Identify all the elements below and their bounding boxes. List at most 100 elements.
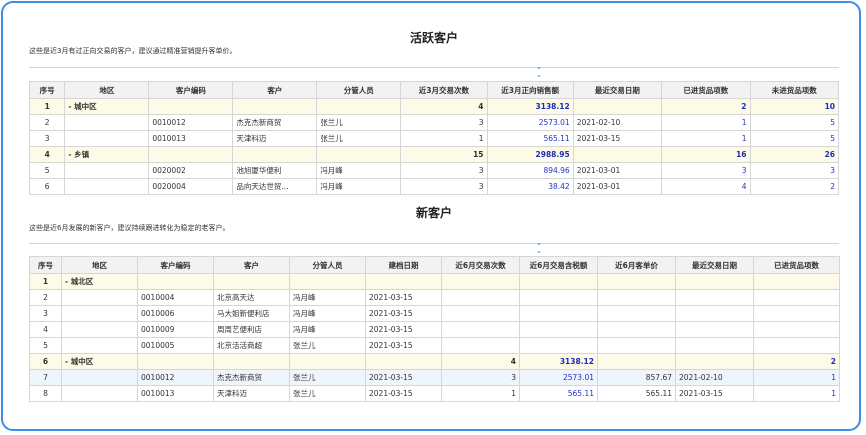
table-group-row[interactable]: 1- 城北区 xyxy=(29,273,840,290)
new-title: 新客户 xyxy=(415,206,452,220)
table-cell xyxy=(675,289,754,306)
table-cell: 8 xyxy=(29,385,62,402)
table-cell xyxy=(441,337,520,354)
table-cell: 0010006 xyxy=(137,305,214,322)
table-cell xyxy=(289,273,366,290)
table-cell: 0010004 xyxy=(137,289,214,306)
table-cell: 0010013 xyxy=(137,385,214,402)
column-header[interactable]: 最近交易日期 xyxy=(675,256,754,274)
table-cell xyxy=(753,305,840,322)
table-cell xyxy=(289,353,366,370)
table-cell: 周周艺便利店 xyxy=(213,321,290,338)
table-cell: 2573.01 xyxy=(519,369,598,386)
table-cell xyxy=(675,337,754,354)
table-cell: 2021-03-15 xyxy=(675,385,754,402)
table-cell: 冯月峰 xyxy=(289,305,366,322)
table-row[interactable]: 8 0010013 天津科迈 张兰儿 2021-03-15 1 565.11 565.11 20… xyxy=(29,385,840,402)
table-cell: 3 xyxy=(441,369,520,386)
table-cell xyxy=(61,289,138,306)
table-cell: 北京高天达 xyxy=(213,289,290,306)
table-cell xyxy=(597,337,676,354)
table-cell xyxy=(519,273,598,290)
table-cell: 7 xyxy=(29,369,62,386)
table-row[interactable]: 3 0010006 马大姐新便利店 冯月峰 2021-03-15 xyxy=(29,305,840,322)
table-cell xyxy=(137,273,214,290)
table-row[interactable]: 4 0010009 周周艺便利店 冯月峰 2021-03-15 xyxy=(29,321,840,338)
table-cell: 张兰儿 xyxy=(289,369,366,386)
column-header[interactable]: 近6月交易含税额 xyxy=(519,256,598,274)
table-row[interactable]: 7 0010012 杰克杰新商贸 张兰儿 2021-03-15 3 2573.01 857.6… xyxy=(29,369,840,386)
column-header[interactable]: 近6月交易次数 xyxy=(441,256,520,274)
column-header[interactable]: 已进货品项数 xyxy=(753,256,840,274)
table-cell: 2021-03-15 xyxy=(365,385,442,402)
table-cell: 1 xyxy=(441,385,520,402)
table-cell: 1 xyxy=(753,385,840,402)
table-cell xyxy=(61,369,138,386)
table-cell: 北京活活商超 xyxy=(213,337,290,354)
table-cell: 5 xyxy=(29,337,62,354)
table-cell: - 城中区 xyxy=(61,353,138,370)
report-frame: 活跃客户 这些是近3月有过正向交易的客户，建议通过精准营销提升客单价。 ⌄ ⌄ 序… xyxy=(1,1,861,431)
table-cell: 2021-03-15 xyxy=(365,321,442,338)
column-header[interactable]: 分管人员 xyxy=(289,256,366,274)
table-cell xyxy=(213,273,290,290)
table-cell xyxy=(675,353,754,370)
table-group-row[interactable]: 6- 城中区 4 3138.12 2 xyxy=(29,353,840,370)
chevron-double-down-icon[interactable]: ⌄ ⌄ xyxy=(534,239,544,255)
table-cell xyxy=(519,305,598,322)
column-header[interactable]: 近6月客单价 xyxy=(597,256,676,274)
table-cell: 2021-03-15 xyxy=(365,289,442,306)
table-cell: 3 xyxy=(29,305,62,322)
table-cell xyxy=(365,273,442,290)
new-divider xyxy=(29,243,839,244)
table-cell xyxy=(597,305,676,322)
table-cell: 杰克杰新商贸 xyxy=(213,369,290,386)
table-cell: 2021-03-15 xyxy=(365,305,442,322)
new-desc: 这些是近6月发展的新客户，建议持续跟进转化为稳定的老客户。 xyxy=(29,224,230,232)
table-cell xyxy=(365,353,442,370)
table-cell: 张兰儿 xyxy=(289,337,366,354)
table-cell: 冯月峰 xyxy=(289,321,366,338)
table-row[interactable]: 2 0010004 北京高天达 冯月峰 2021-03-15 xyxy=(29,289,840,306)
table-cell: 1 xyxy=(753,369,840,386)
table-cell: 4 xyxy=(441,353,520,370)
table-cell xyxy=(441,321,520,338)
table-cell: 冯月峰 xyxy=(289,289,366,306)
table-cell xyxy=(61,337,138,354)
table-cell: 857.67 xyxy=(597,369,676,386)
table-cell xyxy=(441,289,520,306)
table-cell xyxy=(61,305,138,322)
column-header[interactable]: 地区 xyxy=(61,256,138,274)
table-cell: 6 xyxy=(29,353,62,370)
table-cell xyxy=(675,273,754,290)
table-cell xyxy=(441,305,520,322)
table-cell xyxy=(753,273,840,290)
table-cell: 2 xyxy=(753,353,840,370)
table-cell: 565.11 xyxy=(597,385,676,402)
table-cell: - 城北区 xyxy=(61,273,138,290)
table-cell xyxy=(753,321,840,338)
column-header[interactable]: 建档日期 xyxy=(365,256,442,274)
table-cell xyxy=(597,289,676,306)
table-cell: 0010012 xyxy=(137,369,214,386)
table-cell xyxy=(597,321,676,338)
column-header[interactable]: 序号 xyxy=(29,256,62,274)
table-cell: 马大姐新便利店 xyxy=(213,305,290,322)
table-cell: 0010005 xyxy=(137,337,214,354)
table-cell: 4 xyxy=(29,321,62,338)
table-cell: 2021-03-15 xyxy=(365,337,442,354)
table-row[interactable]: 5 0010005 北京活活商超 张兰儿 2021-03-15 xyxy=(29,337,840,354)
table-cell: 张兰儿 xyxy=(289,385,366,402)
table-cell: 565.11 xyxy=(519,385,598,402)
table-cell: 2021-03-15 xyxy=(365,369,442,386)
table-cell xyxy=(61,321,138,338)
table-cell xyxy=(441,273,520,290)
table-cell xyxy=(519,289,598,306)
column-header[interactable]: 客户编码 xyxy=(137,256,214,274)
table-cell xyxy=(753,289,840,306)
table-cell xyxy=(137,353,214,370)
table-cell: 2 xyxy=(29,289,62,306)
table-cell: 天津科迈 xyxy=(213,385,290,402)
column-header[interactable]: 客户 xyxy=(213,256,290,274)
table-cell xyxy=(597,273,676,290)
